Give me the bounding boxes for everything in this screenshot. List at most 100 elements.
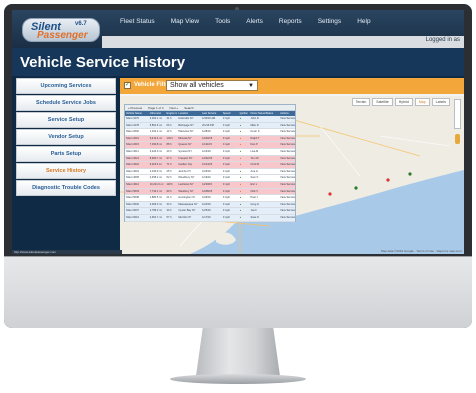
table-cell[interactable]: Silent 3022 (125, 162, 149, 168)
vehicle-marker[interactable] (354, 186, 358, 190)
vehicle-marker[interactable] (408, 172, 412, 176)
table-row[interactable]: Silent 1078 5,851.6 mi 66 h Bethpage NY 2/1/… (125, 122, 295, 130)
street-view-pegman-icon[interactable] (455, 134, 460, 144)
table-cell[interactable]: Silent 3011 (125, 149, 149, 155)
table-cell[interactable]: Silent 5003 (125, 189, 149, 195)
view-service-link[interactable]: View Service (279, 123, 295, 129)
view-service-link[interactable]: View Service (279, 136, 295, 142)
table-cell: 25 h (166, 169, 172, 173)
view-service-link[interactable]: View Service (279, 156, 295, 162)
table-cell[interactable]: Silent 2010 (125, 136, 149, 142)
sidebar-item-upcoming-services[interactable]: Upcoming Services (16, 78, 116, 94)
monitor-chin (4, 256, 472, 328)
table-cell[interactable]: Silent 6007 (125, 208, 149, 214)
table-row[interactable]: Silent 4005 4,455.2 mi 52 h Woodbury NY 1/19… (125, 175, 295, 182)
logo-version: v6.7 (75, 21, 87, 27)
sidebar-item-vendor-setup[interactable]: Vendor Setup (16, 129, 116, 145)
table-cell: Freeport NY (178, 156, 193, 160)
vehicle-filter-select[interactable]: Show all vehicles ▼ (166, 80, 258, 91)
view-service-link[interactable]: View Service (279, 149, 295, 155)
table-cell[interactable]: Silent 5008 (125, 195, 149, 201)
map-type-hybrid[interactable]: Hybrid (394, 98, 413, 106)
sidebar-item-service-history[interactable]: Service History (16, 163, 116, 179)
menu-map-view[interactable]: Map View (163, 18, 207, 25)
filter-checkbox[interactable]: ✓ (124, 82, 131, 89)
menu-settings[interactable]: Settings (310, 18, 350, 25)
view-service-link[interactable]: View Service (279, 116, 295, 122)
table-cell: 1,884.5 mi (149, 196, 162, 200)
table-row[interactable]: Silent 6007 2,789.3 mi 30 h Oyster Bay NY 1/… (125, 208, 295, 215)
table-cell[interactable]: Silent 2015 (125, 142, 149, 148)
table-cell: Greg H (250, 202, 259, 206)
table-cell: 2,302.1 mi (149, 117, 162, 120)
table-cell: 8,904.7 mi (149, 156, 162, 160)
sidebar-item-schedule-service-jobs[interactable]: Schedule Service Jobs (16, 95, 116, 111)
table-cell[interactable]: Silent 6010 (125, 215, 149, 221)
table-cell: 118 h (166, 182, 173, 186)
table-cell[interactable]: Silent 6002 (125, 202, 149, 208)
table-cell: 104 h (166, 136, 174, 140)
table-row[interactable]: Silent 6002 3,006.0 mi 34 h Massapequa NY 1/… (125, 201, 295, 209)
map-type-labels[interactable]: Labels (431, 98, 450, 106)
menu-help[interactable]: Help (349, 18, 378, 25)
vehicle-marker[interactable] (386, 178, 390, 182)
view-service-link[interactable]: View Service (279, 215, 295, 221)
view-service-link[interactable]: View Service (279, 129, 295, 135)
map-type-satellite[interactable]: Satellite (372, 98, 393, 106)
table-cell: 3,006.0 mi (149, 202, 162, 206)
table-row[interactable]: Silent 2002 1,041.2 mi 12 h Plainview NY 1/2… (125, 129, 295, 136)
menu-alerts[interactable]: Alerts (238, 18, 271, 25)
sidebar-item-parts-setup[interactable]: Parts Setup (16, 146, 116, 162)
view-service-link[interactable]: View Service (279, 208, 295, 214)
zoom-control[interactable] (454, 99, 461, 129)
view-service-link[interactable]: View Service (279, 189, 295, 195)
table-row[interactable]: Silent 5003 7,742.1 mi 90 h Westbury NY 12/0… (125, 188, 295, 196)
table-cell[interactable]: Silent 3021 (125, 156, 149, 162)
menu-tools[interactable]: Tools (207, 18, 238, 25)
table-row[interactable]: Silent 5008 1,884.5 mi 21 h Huntington NY 1/… (125, 195, 295, 202)
table-cell[interactable]: Silent 4001 (125, 169, 149, 175)
pager-next[interactable]: Next » (170, 106, 179, 110)
table-row[interactable]: Silent 4012 10,221.6 mi 118 h Levittown NY 1… (125, 181, 295, 189)
table-cell: ● (239, 189, 242, 193)
view-service-link[interactable]: View Service (279, 202, 295, 208)
table-cell: ● (239, 182, 242, 186)
map-copyright[interactable]: Map data ©2016 Google · Terms of Use · R… (381, 249, 462, 253)
view-service-link[interactable]: View Service (279, 162, 295, 168)
table-row[interactable]: Silent 2010 9,412.4 mi 104 h Mineola NY 12/2… (125, 135, 295, 143)
vehicle-marker[interactable] (328, 192, 332, 196)
menu-reports[interactable]: Reports (271, 18, 310, 25)
table-row[interactable]: Silent 1070 2,302.1 mi 31 h Hicksville NY 1/… (125, 116, 295, 123)
table-row[interactable]: Silent 4001 2,010.9 mi 25 h Jericho NY 1/26/… (125, 168, 295, 176)
sidebar-item-diagnostic-trouble-codes[interactable]: Diagnostic Trouble Codes (16, 180, 116, 196)
table-row[interactable]: Silent 3021 8,904.7 mi 97 h Freeport NY 12/0… (125, 155, 295, 163)
view-service-link[interactable]: View Service (279, 142, 295, 148)
table-row[interactable]: Silent 3022 6,118.3 mi 71 h Garden City 12/1… (125, 162, 295, 169)
view-service-link[interactable]: View Service (279, 195, 295, 201)
app-logo[interactable]: Silent v6.7 Passenger (22, 18, 100, 42)
map-type-map[interactable]: Map (414, 98, 430, 106)
user-bar (102, 36, 464, 48)
table-cell: 7,330.8 mi (149, 143, 162, 147)
table-cell: Lisa M (250, 149, 259, 153)
table-cell[interactable]: Silent 4005 (125, 175, 149, 181)
menu-fleet-status[interactable]: Fleet Status (112, 18, 163, 25)
table-cell[interactable]: Silent 1070 (125, 116, 149, 122)
table-row[interactable]: Silent 6010 4,901.7 mi 57 h Merrick NY 1/17/… (125, 214, 295, 222)
pager-search[interactable]: Search (184, 106, 194, 110)
view-service-link[interactable]: View Service (279, 169, 295, 175)
table-row[interactable]: Silent 3011 3,224.0 mi 40 h Syosset NY 1/22/… (125, 148, 295, 156)
table-cell[interactable]: Silent 1078 (125, 123, 149, 129)
view-service-link[interactable]: View Service (279, 175, 295, 181)
chevron-down-icon: ▼ (248, 83, 254, 89)
sidebar-item-service-setup[interactable]: Service Setup (16, 112, 116, 128)
pager-previous[interactable]: « Previous (128, 106, 142, 110)
table-cell[interactable]: Silent 4012 (125, 182, 149, 188)
logged-in-label[interactable]: Logged in as (426, 37, 460, 43)
vehicle-map[interactable]: Terrain Satellite Hybrid Map Labels Map … (120, 96, 464, 254)
map-type-terrain[interactable]: Terrain (351, 98, 371, 106)
table-cell: Oyster Bay NY (178, 209, 196, 213)
view-service-link[interactable]: View Service (279, 182, 295, 188)
table-cell[interactable]: Silent 2002 (125, 129, 149, 135)
table-row[interactable]: Silent 2015 7,330.8 mi 88 h Queens NY 12/11/… (125, 142, 295, 149)
